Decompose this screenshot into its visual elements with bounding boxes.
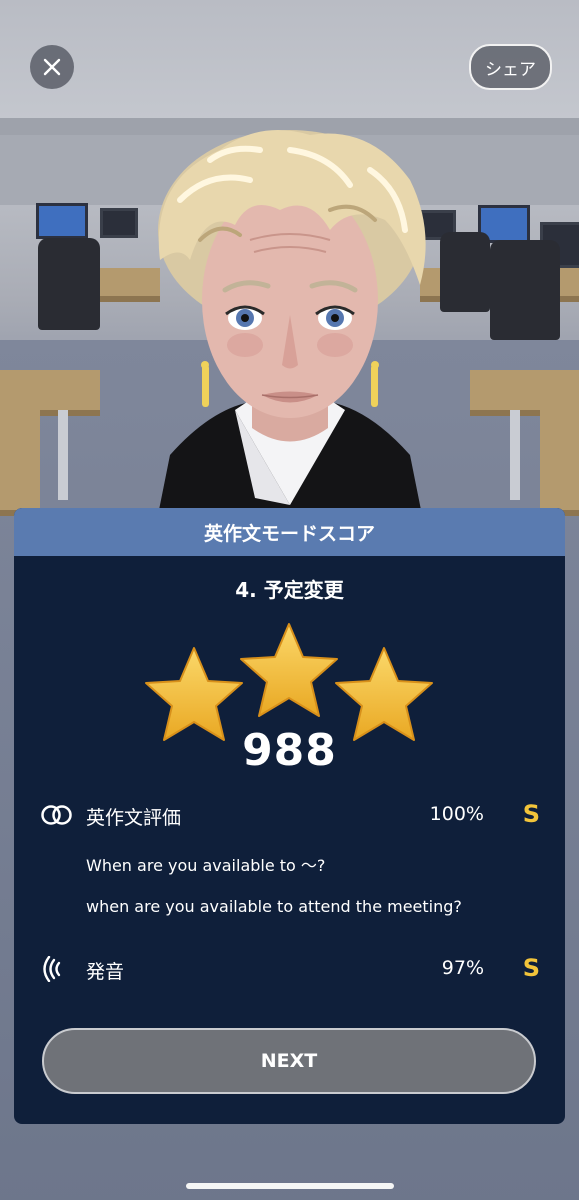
score-panel: 英作文モードスコア 4. 予定変更 988 英作文評価 100% S When … xyxy=(14,508,565,1124)
desk xyxy=(540,410,579,516)
writing-evaluation-row: 英作文評価 100% S xyxy=(40,800,540,830)
monitor xyxy=(36,203,88,239)
star-icon xyxy=(240,623,338,717)
office-chair xyxy=(38,238,100,330)
answer-sentence: when are you available to attend the mee… xyxy=(86,897,462,916)
writing-evaluation-label: 英作文評価 xyxy=(86,807,182,829)
writing-grade: S xyxy=(522,800,540,828)
home-indicator[interactable] xyxy=(186,1183,394,1189)
writing-percent: 100% xyxy=(429,803,484,825)
pronunciation-percent: 97% xyxy=(441,957,484,979)
close-button[interactable] xyxy=(30,45,74,89)
pronunciation-label: 発音 xyxy=(86,961,125,983)
next-button[interactable]: NEXT xyxy=(42,1028,536,1094)
close-icon xyxy=(43,58,61,76)
teacher-avatar xyxy=(155,130,426,530)
office-chair xyxy=(490,240,560,340)
desk xyxy=(0,410,40,516)
panel-header: 英作文モードスコア xyxy=(14,508,565,556)
lesson-title: 4. 予定変更 xyxy=(235,578,344,602)
overlap-circles-icon xyxy=(41,805,72,825)
pronunciation-row: 発音 97% S xyxy=(40,954,540,984)
office-chair xyxy=(440,232,490,312)
share-button[interactable]: シェア xyxy=(469,44,552,90)
prompt-sentence: When are you available to ～? xyxy=(86,856,326,875)
pronunciation-grade: S xyxy=(522,954,540,982)
monitor xyxy=(100,208,138,238)
total-score: 988 xyxy=(242,725,337,776)
sound-wave-icon xyxy=(43,956,61,982)
desk-leg xyxy=(58,410,68,500)
desk-leg xyxy=(510,410,520,500)
